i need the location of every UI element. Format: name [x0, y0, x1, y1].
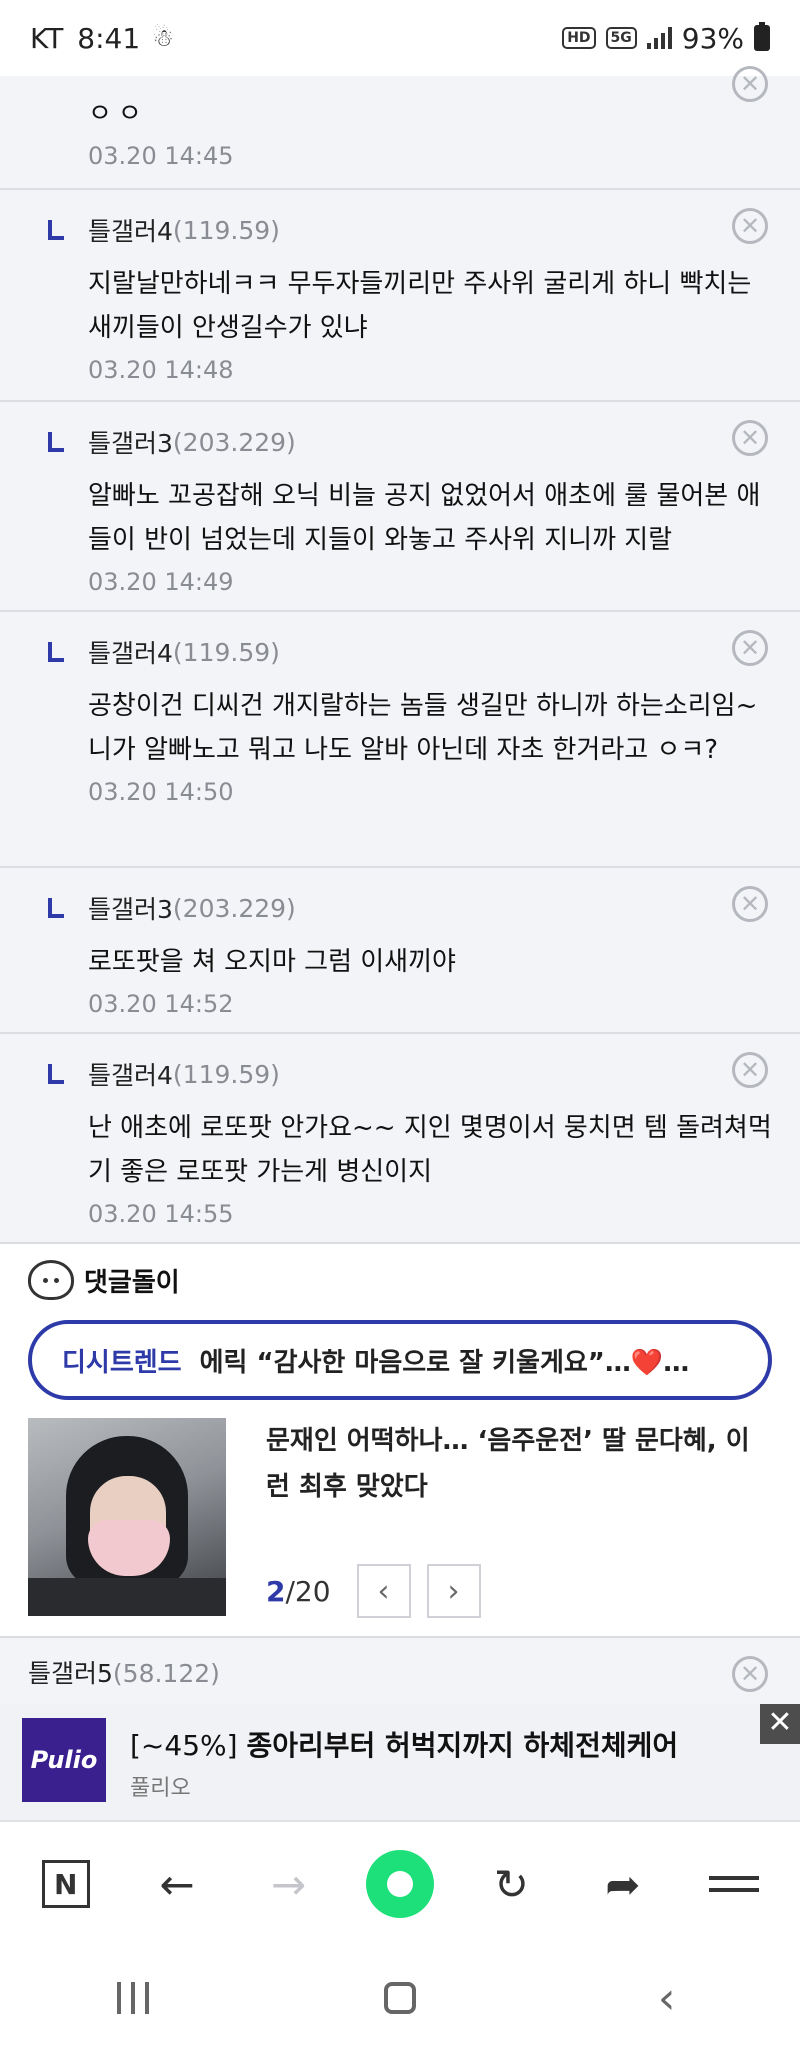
comment-nickname[interactable]: 틀갤러4	[88, 212, 173, 248]
arrow-right-icon: →	[270, 1859, 307, 1909]
reply-arrow-icon	[48, 432, 64, 452]
comment-ip: (119.59)	[172, 1059, 280, 1089]
comment-bot-header: 댓글돌이	[28, 1260, 180, 1300]
ad-banner[interactable]: Pulio [~45%] 종아리부터 허벅지까지 하체전체케어 풀리오 ✕	[0, 1704, 800, 1820]
ad-discount: [~45%]	[130, 1729, 238, 1762]
comment-text: 공창이건 디씨건 개지랄하는 놈들 생길만 하니까 하는소리임~ 니가 알빠노고…	[88, 691, 758, 765]
mascot-icon	[28, 1260, 74, 1300]
delete-comment-icon[interactable]: ✕	[732, 886, 768, 922]
home-button[interactable]	[360, 1968, 440, 2028]
share-button[interactable]: ➦	[583, 1844, 663, 1924]
comment-item: ✕ ㅇㅇ 03.20 14:45	[0, 66, 800, 190]
news-title[interactable]: 문재인 어떡하나… ‘음주운전’ 딸 문다혜, 이런 최후 맞았다	[266, 1418, 772, 1510]
news-thumbnail[interactable]	[28, 1418, 226, 1616]
naver-home-button[interactable]: N	[26, 1844, 106, 1924]
delete-comment-icon[interactable]: ✕	[732, 66, 768, 102]
comment-text: 지랄날만하네ㅋㅋ 무두자들끼리만 주사위 굴리게 하니 빡치는새끼들이 안생길수…	[88, 269, 752, 343]
comment-ip: (119.59)	[172, 215, 280, 245]
trend-headline: 에릭 “감사한 마음으로 잘 키울게요”…❤️…	[199, 1347, 690, 1378]
comment-nickname-text: 틀갤러5	[28, 1659, 113, 1688]
notification-icon: ☃	[152, 24, 174, 52]
forward-button[interactable]: →	[249, 1844, 329, 1924]
prev-page-button[interactable]: ‹	[356, 1564, 411, 1618]
battery-percent: 93%	[681, 21, 744, 55]
status-bar: KT 8:41 ☃ HD 5G 93%	[0, 0, 800, 76]
comment-text: 로또팟을 쳐 오지마 그럼 이새끼야	[88, 947, 456, 977]
ad-headline: 종아리부터 허벅지까지 하체전체케어	[246, 1729, 679, 1762]
comment-nickname[interactable]: 틀갤러3	[88, 890, 173, 926]
comment-ip: (203.229)	[172, 893, 296, 923]
arrow-left-icon: ←	[159, 1859, 195, 1909]
back-button[interactable]: ←	[137, 1844, 217, 1924]
reply-comment-item: 틀갤러4 (119.59) ✕ 공창이건 디씨건 개지랄하는 놈들 생길만 하니…	[0, 612, 800, 868]
next-page-button[interactable]: ›	[426, 1564, 481, 1618]
delete-comment-icon[interactable]: ✕	[732, 1052, 768, 1088]
ad-logo: Pulio	[22, 1718, 106, 1802]
signal-icon	[646, 27, 672, 49]
reply-arrow-icon	[48, 1064, 64, 1084]
green-dot-icon	[365, 1850, 434, 1918]
comment-text: 난 애초에 로또팟 안가요~~ 지인 몇명이서 뭉치면 템 돌려쳐먹기 좋은 로…	[88, 1113, 772, 1187]
comment-date: 03.20 14:50	[88, 778, 234, 806]
comment-ip: (119.59)	[172, 637, 280, 667]
trend-banner[interactable]: 디시트렌드 에릭 “감사한 마음으로 잘 키울게요”…❤️…	[28, 1320, 772, 1400]
network-5g-icon: 5G	[605, 27, 637, 49]
reply-arrow-icon	[48, 642, 64, 662]
comment-date: 03.20 14:48	[88, 356, 234, 384]
comment-date: 03.20 14:55	[88, 1200, 234, 1228]
menu-button[interactable]	[694, 1844, 774, 1924]
comment-nickname[interactable]: 틀갤러4	[88, 1056, 173, 1092]
delete-comment-icon[interactable]: ✕	[732, 630, 768, 666]
refresh-button[interactable]: ↻	[471, 1844, 551, 1924]
system-nav-bar: ‹	[0, 1946, 800, 2050]
recent-apps-button[interactable]	[93, 1968, 173, 2028]
comment-item: 틀갤러5(58.122) ✕	[0, 1638, 800, 1704]
refresh-icon: ↻	[493, 1859, 529, 1909]
delete-comment-icon[interactable]: ✕	[732, 208, 768, 244]
reply-arrow-icon	[48, 898, 64, 918]
comment-date: 03.20 14:52	[88, 990, 234, 1018]
comment-ip: (203.229)	[172, 427, 296, 457]
comment-list: ✕ ㅇㅇ 03.20 14:45 틀갤러4 (119.59) ✕ 지랄날만하네ㅋ…	[0, 66, 800, 1244]
browser-toolbar: N ← → ↻ ➦	[0, 1820, 800, 1946]
reply-arrow-icon	[48, 220, 64, 240]
chevron-left-icon: ‹	[657, 1972, 676, 2024]
delete-comment-icon[interactable]: ✕	[732, 420, 768, 456]
comment-bot-label: 댓글돌이	[84, 1267, 180, 1298]
reply-comment-item: 틀갤러4 (119.59) ✕ 지랄날만하네ㅋㅋ 무두자들끼리만 주사위 굴리게…	[0, 190, 800, 402]
page-total: /20	[285, 1574, 331, 1608]
page-current: 2	[266, 1574, 286, 1608]
comment-ip: (58.122)	[112, 1659, 220, 1688]
delete-comment-icon[interactable]: ✕	[732, 1656, 768, 1692]
ad-title: [~45%] 종아리부터 허벅지까지 하체전체케어	[130, 1724, 678, 1764]
green-dot-button[interactable]	[360, 1844, 440, 1924]
comment-text: 알빠노 꼬공잡해 오닉 비늘 공지 없었어서 애초에 룰 물어본 애들이 반이 …	[88, 481, 761, 555]
hamburger-icon	[709, 1868, 760, 1900]
clock: 8:41	[77, 21, 141, 55]
comment-nickname[interactable]: 틀갤러5(58.122)	[28, 1654, 220, 1690]
ad-close-button[interactable]: ✕	[760, 1704, 800, 1744]
hd-voice-icon: HD	[562, 27, 596, 49]
carrier-label: KT	[30, 21, 64, 55]
reply-comment-item: 틀갤러4 (119.59) ✕ 난 애초에 로또팟 안가요~~ 지인 몇명이서 …	[0, 1034, 800, 1244]
recent-apps-icon	[117, 1982, 150, 2014]
reply-comment-item: 틀갤러3 (203.229) ✕ 로또팟을 쳐 오지마 그럼 이새끼야 03.2…	[0, 868, 800, 1034]
reply-comment-item: 틀갤러3 (203.229) ✕ 알빠노 꼬공잡해 오닉 비늘 공지 없었어서 …	[0, 402, 800, 612]
home-icon	[383, 1982, 416, 2014]
naver-n-icon: N	[41, 1860, 90, 1908]
comment-nickname[interactable]: 틀갤러4	[88, 634, 173, 670]
share-icon: ➦	[605, 1859, 641, 1909]
comment-bot-section: 댓글돌이 디시트렌드 에릭 “감사한 마음으로 잘 키울게요”…❤️… 문재인 …	[0, 1244, 800, 1638]
comment-date: 03.20 14:45	[88, 142, 234, 170]
news-pager: 2 /20 ‹ ›	[266, 1564, 481, 1618]
comment-date: 03.20 14:49	[88, 568, 234, 596]
comment-nickname[interactable]: 틀갤러3	[88, 424, 173, 460]
comment-text: ㅇㅇ	[88, 99, 148, 129]
battery-icon	[754, 22, 770, 51]
ad-brand: 풀리오	[130, 1776, 191, 1801]
trend-tag: 디시트렌드	[62, 1347, 182, 1378]
system-back-button[interactable]: ‹	[627, 1968, 707, 2028]
